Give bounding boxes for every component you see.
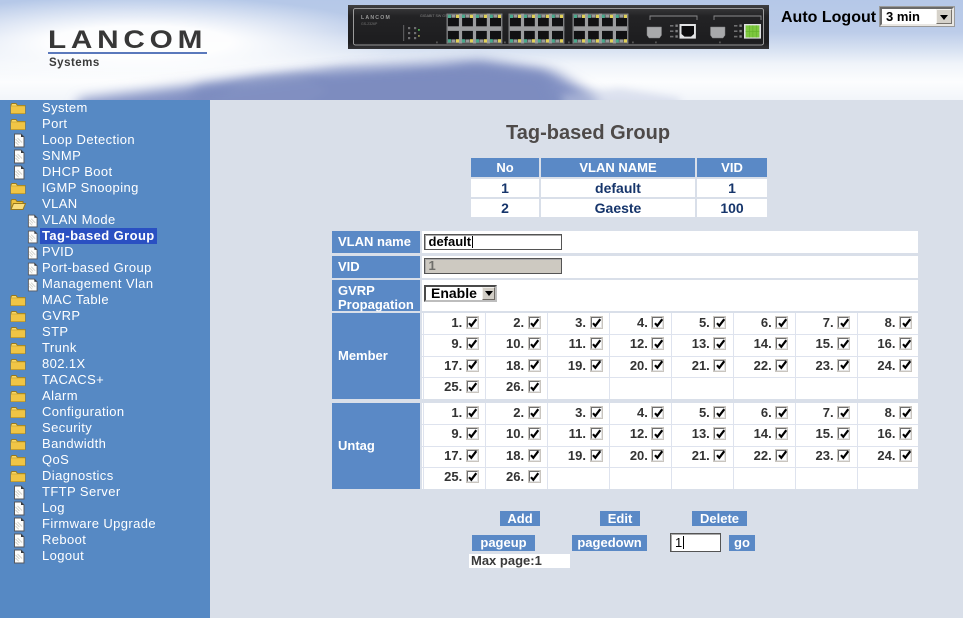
svg-text:GS-2326P: GS-2326P [361,22,378,26]
svg-text:LANCOM: LANCOM [361,15,391,21]
